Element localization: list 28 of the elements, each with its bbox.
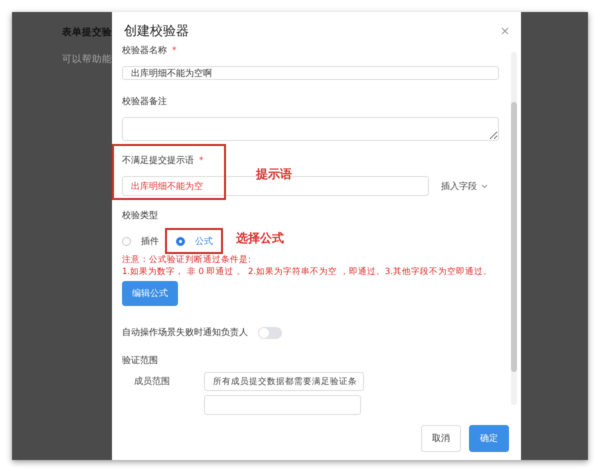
field-scope-select[interactable] — [204, 395, 361, 415]
scope-label: 成员范围 — [133, 376, 171, 388]
required-mark: * — [199, 156, 204, 166]
scrollbar[interactable] — [511, 52, 517, 405]
field-label: 校验器名称 — [122, 44, 167, 57]
page-description: 可以帮助能 — [62, 53, 112, 66]
notify-toggle[interactable] — [258, 326, 282, 339]
field-label: 不满足提交提示语 — [122, 154, 194, 167]
name-input[interactable]: 出库明细不能为空啊 — [122, 66, 499, 80]
close-icon[interactable] — [501, 27, 509, 35]
field-label: 校验器备注 — [122, 96, 167, 108]
chevron-down-icon — [481, 184, 488, 188]
section-label: 验证范围 — [122, 354, 159, 367]
radio-option[interactable]: 插件 — [122, 235, 159, 248]
annotation-label: 选择公式 — [236, 230, 284, 248]
required-mark: * — [172, 46, 176, 56]
radio-option[interactable]: 公式 — [176, 235, 213, 248]
highlight-frame — [165, 228, 223, 254]
page-title: 表单提交验 — [62, 26, 112, 39]
field-label: 校验类型 — [122, 210, 159, 222]
toggle-label: 自动操作场景失败时通知负责人 — [122, 326, 248, 340]
member-scope-select[interactable]: 所有成员提交数据都需要满足验证条 — [204, 372, 364, 391]
note-text: 注意：公式验证判断通过条件是: — [122, 254, 252, 266]
cancel-button[interactable]: 取消 — [421, 425, 461, 452]
insert-field-dropdown[interactable]: 插入字段 — [441, 180, 488, 192]
dialog-title: 创建校验器 — [124, 23, 189, 40]
remark-textarea[interactable] — [122, 116, 499, 141]
note-text: 1.如果为数字， 非 0 即通过 。 2.如果为字符串不为空 ，即通过。3.其他字段不为空即通过。 — [122, 266, 493, 278]
